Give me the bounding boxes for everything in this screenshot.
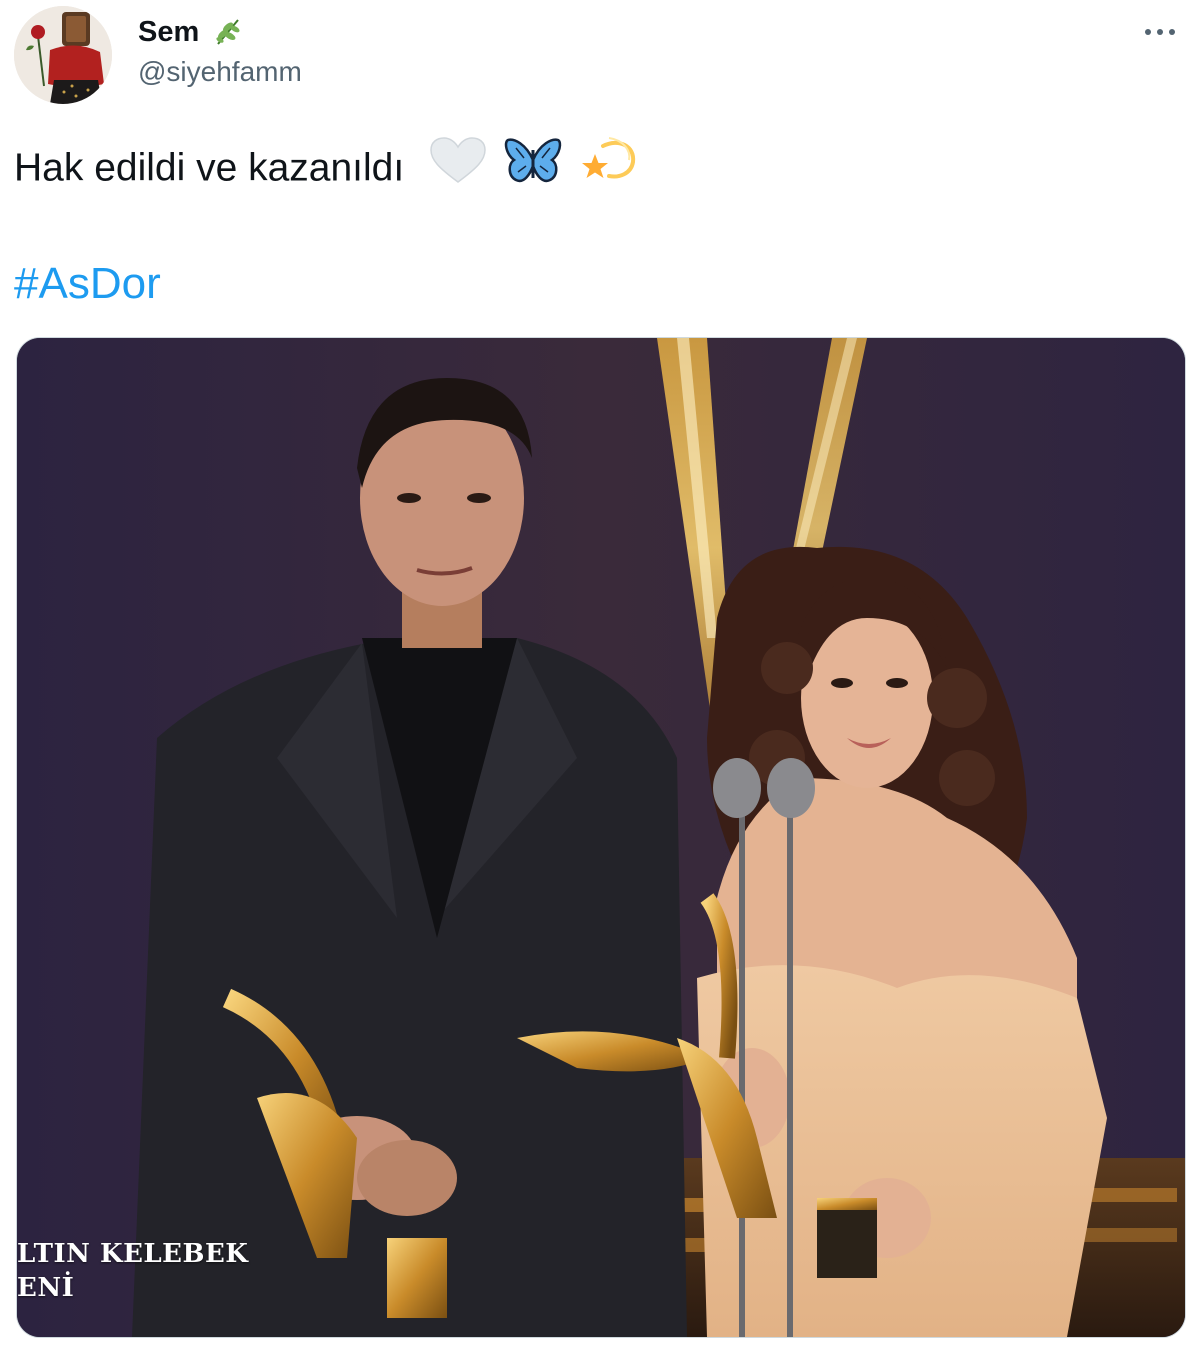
herb-emoji-icon [212,16,244,48]
author-names[interactable]: Sem @siyehfamm [138,12,302,92]
butterfly-emoji-icon [504,136,562,204]
white-heart-emoji-icon [429,136,487,204]
more-options-icon[interactable] [1140,20,1180,44]
award-photo [17,338,1185,1337]
overlay-caption-line2: ENİ [17,1273,75,1303]
avatar-image [14,6,112,104]
tweet: Sem @siyehfamm Hak edildi ve kazanıldı #… [0,0,1200,1349]
overlay-caption-line1: LTIN KELEBEK [17,1239,249,1269]
tweet-header: Sem @siyehfamm [14,6,1186,106]
display-name[interactable]: Sem [138,12,199,52]
tweet-text-content: Hak edildi ve kazanıldı [14,146,405,190]
author-handle[interactable]: @siyehfamm [138,52,302,92]
dizzy-star-emoji-icon [579,136,637,204]
avatar[interactable] [14,6,112,104]
tweet-media-photo[interactable]: LTIN KELEBEK ENİ [16,337,1186,1338]
tweet-text: Hak edildi ve kazanıldı [14,136,637,204]
hashtag-link[interactable]: #AsDor [14,254,161,314]
